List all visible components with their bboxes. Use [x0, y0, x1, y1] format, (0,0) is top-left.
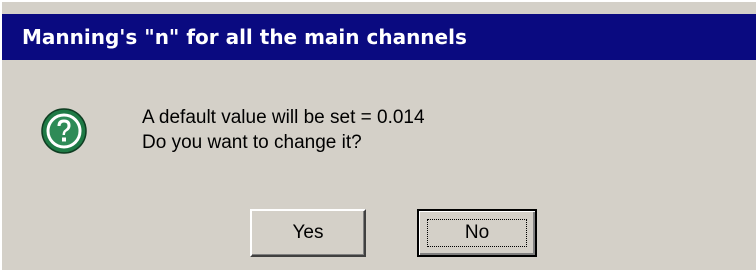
title-bar[interactable]: Manning's "n" for all the main channels — [2, 14, 756, 60]
yes-button[interactable]: Yes — [250, 209, 366, 257]
window-top-strip — [2, 2, 756, 14]
message-line-default-value: A default value will be set = 0.014 — [142, 107, 425, 128]
message-dialog: Manning's "n" for all the main channels … — [0, 0, 756, 270]
message-line-question: Do you want to change it? — [142, 132, 362, 153]
yes-button-label: Yes — [292, 222, 324, 243]
question-icon — [41, 108, 87, 154]
dialog-message: A default value will be set = 0.014 Do y… — [142, 105, 425, 155]
dialog-title: Manning's "n" for all the main channels — [22, 25, 467, 49]
no-button[interactable]: No — [417, 209, 537, 257]
no-button-label: No — [464, 222, 490, 243]
